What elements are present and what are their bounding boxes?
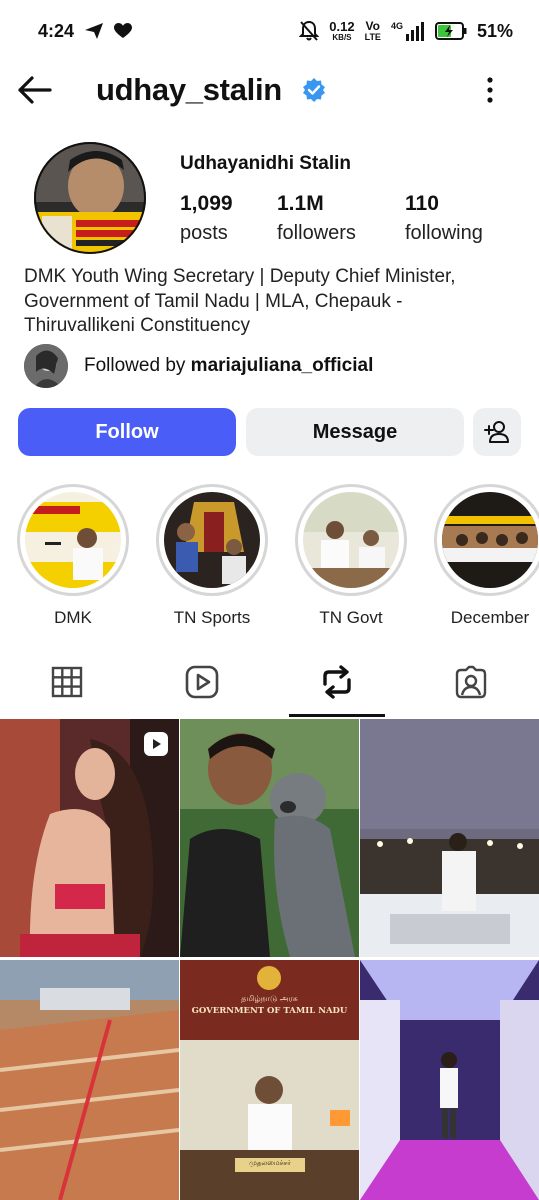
profile-tabs — [0, 652, 539, 717]
reposts-icon[interactable] — [319, 664, 355, 700]
status-bar: 4:24 0.12 KB/S Vo LTE 4G 51% — [0, 0, 539, 62]
suggest-people-button[interactable] — [473, 408, 521, 456]
heart-icon — [114, 23, 133, 38]
post-thumbnail[interactable] — [0, 719, 179, 957]
highlight-cover — [164, 492, 260, 588]
gov-text-tamil: தமிழ்நாடு அரசு — [241, 994, 298, 1003]
more-options-icon[interactable] — [480, 74, 500, 106]
username-title: udhay_stalin — [96, 72, 282, 107]
battery-charging-icon — [434, 22, 467, 40]
active-tab-indicator — [289, 714, 385, 717]
back-arrow-icon[interactable] — [16, 74, 54, 106]
follower-avatar — [24, 344, 68, 388]
profile-bio: DMK Youth Wing Secretary | Deputy Chief … — [24, 266, 456, 336]
net-speed: 0.12 KB/S — [329, 18, 355, 42]
volte-indicator: Vo LTE — [364, 19, 381, 42]
highlight-tn-govt[interactable]: TN Govt — [295, 484, 407, 628]
followed-by[interactable]: Followed by mariajuliana_official — [24, 344, 373, 388]
status-time: 4:24 — [38, 20, 75, 41]
highlight-tn-sports[interactable]: TN Sports — [156, 484, 268, 628]
post-thumbnail[interactable] — [0, 960, 179, 1200]
post-thumbnail[interactable] — [360, 960, 539, 1200]
signal-icon: 4G — [391, 21, 425, 41]
display-name: Udhayanidhi Stalin — [180, 153, 352, 174]
followed-by-text: Followed by mariajuliana_official — [84, 355, 374, 376]
reel-icon — [144, 732, 168, 756]
followed-by-username[interactable]: mariajuliana_official — [191, 355, 374, 376]
highlight-december[interactable]: December — [434, 484, 539, 628]
send-icon — [85, 23, 104, 39]
add-person-icon — [484, 421, 509, 443]
posts-grid: தமிழ்நாடு அரசு GOVERNMENT OF TAMIL NADU … — [0, 719, 539, 1200]
highlight-dmk[interactable]: DMK — [17, 484, 129, 628]
followers-count[interactable]: 1.1M followers — [277, 192, 356, 245]
highlight-cover — [25, 492, 121, 588]
reels-icon[interactable] — [184, 664, 220, 700]
post-thumbnail[interactable]: தமிழ்நாடு அரசு GOVERNMENT OF TAMIL NADU … — [180, 960, 359, 1200]
tagged-icon[interactable] — [453, 664, 489, 700]
highlight-cover — [442, 492, 538, 588]
grid-icon[interactable] — [49, 664, 85, 700]
post-thumbnail[interactable] — [180, 719, 359, 957]
mute-bell-icon — [299, 20, 320, 41]
following-count[interactable]: 110 following — [405, 192, 483, 245]
post-thumbnail[interactable] — [360, 719, 539, 957]
profile-avatar[interactable] — [34, 142, 146, 254]
highlight-cover — [303, 492, 399, 588]
follow-button[interactable]: Follow — [18, 408, 236, 456]
nameplate-text: முதலமைச்சர் — [249, 1160, 291, 1167]
profile-header: udhay_stalin — [0, 62, 539, 118]
message-button[interactable]: Message — [246, 408, 464, 456]
verified-badge-icon — [303, 78, 325, 102]
gov-text-english: GOVERNMENT OF TAMIL NADU — [191, 1006, 348, 1016]
posts-count[interactable]: 1,099 posts — [180, 192, 233, 245]
battery-percent: 51% — [476, 20, 513, 41]
